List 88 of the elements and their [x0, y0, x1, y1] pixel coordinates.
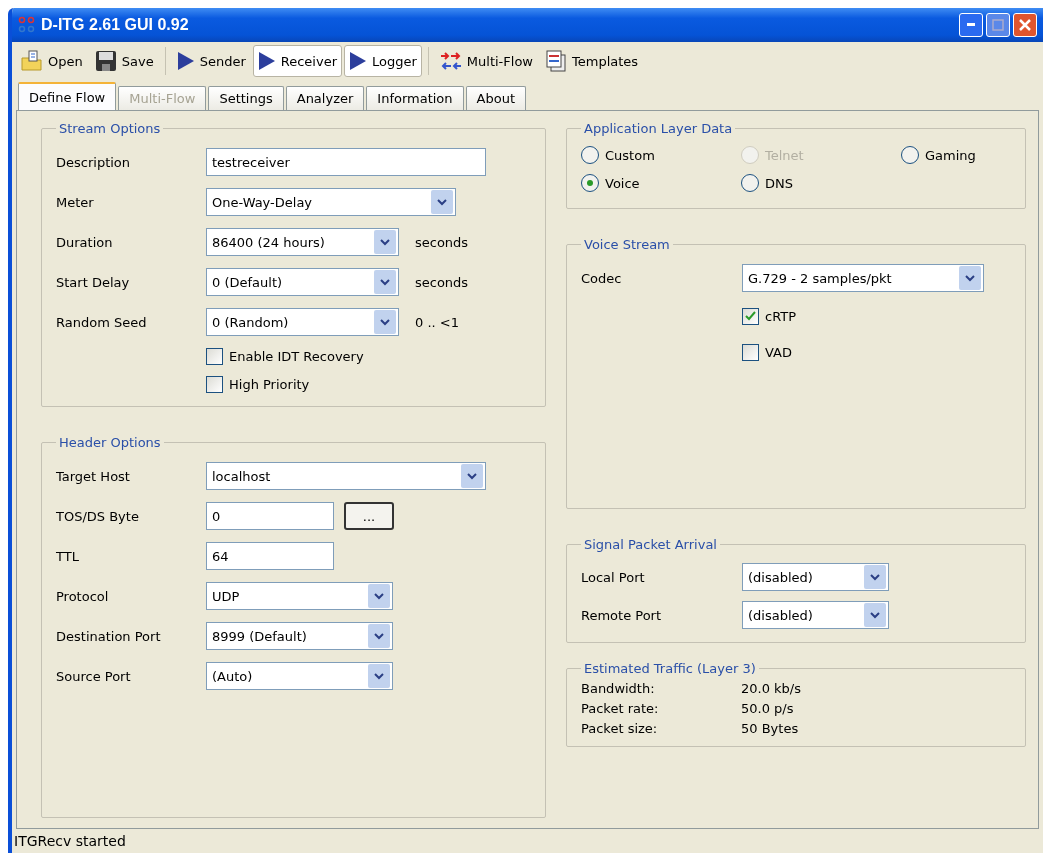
radio-label: Custom: [605, 147, 655, 163]
checkbox-label: cRTP: [765, 308, 796, 324]
unit-label: seconds: [415, 234, 469, 250]
toolbar-button[interactable]: Sender: [171, 45, 251, 77]
maximize-button[interactable]: [986, 13, 1010, 37]
dropdown[interactable]: 86400 (24 hours): [206, 228, 399, 256]
toolbar-button[interactable]: Save: [89, 45, 159, 77]
toolbar-button[interactable]: Logger: [344, 45, 422, 77]
field-label: Duration: [56, 234, 114, 250]
radio-label: DNS: [765, 175, 793, 191]
toolbar-button[interactable]: Templates: [540, 45, 644, 77]
stat-value: 50 Bytes: [741, 720, 799, 736]
group-title: Application Layer Data: [583, 121, 734, 136]
field-label: Codec: [581, 270, 623, 286]
toolbar-button[interactable]: Open: [16, 45, 88, 77]
group-title: Stream Options: [58, 121, 162, 136]
text-field[interactable]: 0: [206, 502, 334, 530]
radio-button[interactable]: [581, 174, 599, 192]
checkbox[interactable]: [206, 347, 223, 365]
field-label: TOS/DS Byte: [56, 508, 140, 524]
field-label: Local Port: [581, 569, 646, 585]
field-label: Description: [56, 154, 132, 170]
tab[interactable]: Define Flow: [18, 82, 117, 110]
browse-button[interactable]: ...: [344, 502, 394, 530]
group-title: Estimated Traffic (Layer 3): [583, 661, 757, 676]
field-label: Source Port: [56, 668, 132, 684]
minimize-button[interactable]: [959, 13, 983, 37]
unit-label: 0 .. <1: [415, 314, 459, 330]
stat-label: Packet size:: [581, 720, 659, 736]
radio-label: Telnet: [765, 147, 804, 163]
radio-button[interactable]: [901, 146, 919, 164]
checkbox[interactable]: [742, 343, 759, 361]
stat-value: 50.0 p/s: [741, 700, 794, 716]
field-label: Protocol: [56, 588, 110, 604]
maximize-icon: [992, 19, 1004, 31]
dropdown[interactable]: (Auto): [206, 662, 393, 690]
group-title: Voice Stream: [583, 237, 671, 252]
tab[interactable]: Information: [366, 86, 464, 110]
group-title: Signal Packet Arrival: [583, 537, 718, 552]
stat-label: Bandwidth:: [581, 680, 656, 696]
status-text: ITGRecv started: [14, 833, 126, 849]
dropdown[interactable]: 0 (Default): [206, 268, 399, 296]
checkbox-label: VAD: [765, 344, 792, 360]
dropdown[interactable]: 8999 (Default): [206, 622, 393, 650]
dropdown[interactable]: (disabled): [742, 601, 889, 629]
arrows-icon: [439, 51, 462, 71]
folder-icon: [21, 50, 43, 72]
tab[interactable]: About: [465, 86, 526, 110]
dropdown[interactable]: One-Way-Delay: [206, 188, 456, 216]
tab[interactable]: Analyzer: [285, 86, 365, 110]
play-icon: [349, 51, 367, 71]
toolbar-button[interactable]: Receiver: [252, 45, 342, 77]
dropdown[interactable]: G.729 - 2 samples/pkt: [742, 264, 984, 292]
field-label: Destination Port: [56, 628, 162, 644]
close-button[interactable]: [1013, 13, 1037, 37]
toolbar-button[interactable]: Multi-Flow: [434, 45, 538, 77]
dropdown[interactable]: localhost: [206, 462, 486, 490]
dropdown[interactable]: 0 (Random): [206, 308, 399, 336]
dropdown[interactable]: UDP: [206, 582, 393, 610]
radio-label: Gaming: [925, 147, 976, 163]
app-icon: [18, 16, 36, 34]
window-title: D-ITG 2.61 GUI 0.92: [41, 16, 189, 34]
text-field[interactable]: testreceiver: [206, 148, 486, 176]
field-label: Remote Port: [581, 607, 663, 623]
field-label: Target Host: [56, 468, 131, 484]
stat-value: 20.0 kb/s: [741, 680, 801, 696]
stat-label: Packet rate:: [581, 700, 660, 716]
radio-label: Voice: [605, 175, 640, 191]
tab[interactable]: Settings: [208, 86, 284, 110]
checkbox[interactable]: [206, 375, 223, 393]
group-title: Header Options: [58, 435, 162, 450]
play-icon: [257, 51, 276, 71]
field-label: TTL: [56, 548, 80, 564]
play-icon: [176, 51, 195, 71]
field-label: Meter: [56, 194, 95, 210]
text-field[interactable]: 64: [206, 542, 334, 570]
minimize-icon: [966, 23, 976, 27]
dropdown[interactable]: (disabled): [742, 563, 889, 591]
documents-icon: [545, 50, 567, 72]
unit-label: seconds: [415, 274, 469, 290]
radio-button[interactable]: [741, 174, 759, 192]
radio-button[interactable]: [581, 146, 599, 164]
checkbox-label: Enable IDT Recovery: [229, 348, 364, 364]
checkbox-label: High Priority: [229, 376, 310, 392]
checkbox[interactable]: [742, 307, 759, 325]
close-icon: [1018, 18, 1032, 32]
field-label: Start Delay: [56, 274, 131, 290]
field-label: Random Seed: [56, 314, 148, 330]
